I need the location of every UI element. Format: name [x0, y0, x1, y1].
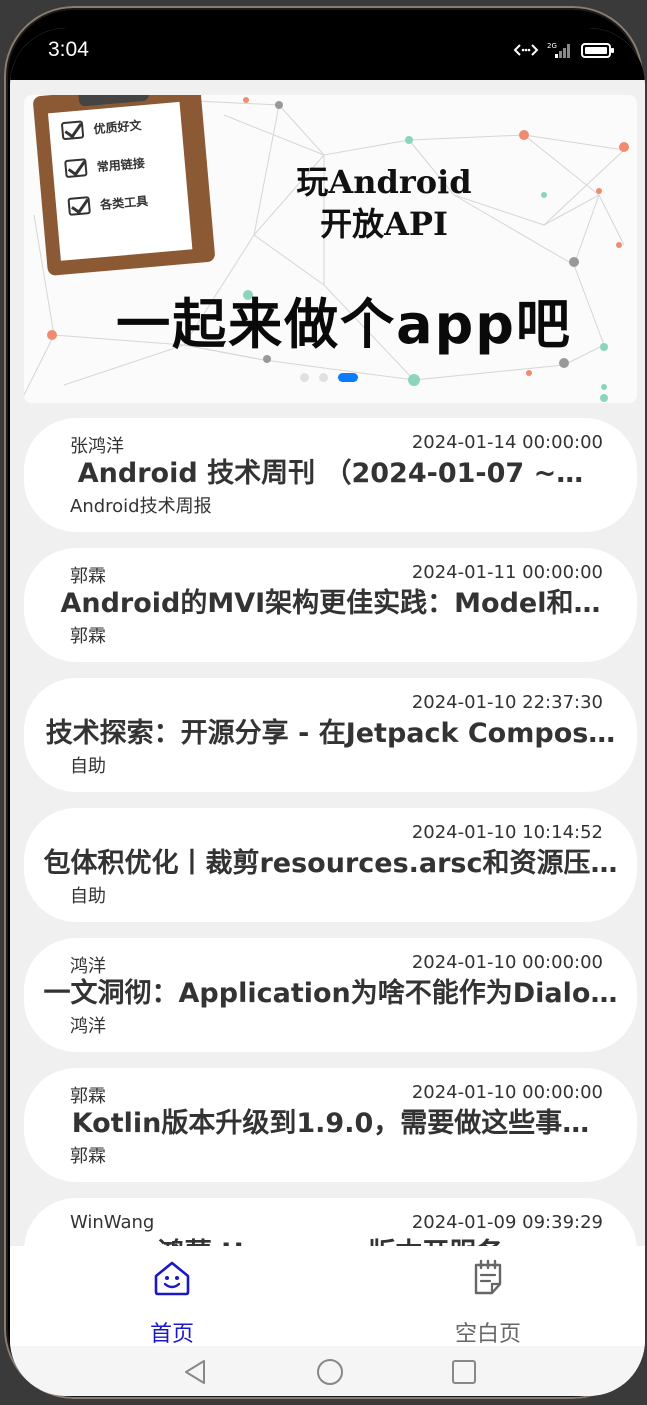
banner-title-line2: 开放API — [320, 205, 448, 243]
article-title: 技术探索：开源分享 - 在Jetpack Compos… — [45, 718, 616, 749]
clipboard-illustration: 优质好文 常用链接 各类工具 — [32, 95, 216, 276]
tab-blank[interactable]: 空白页 — [388, 1246, 588, 1348]
home-nav-icon[interactable] — [315, 1357, 345, 1387]
tab-blank-label: 空白页 — [454, 1322, 521, 1347]
back-nav-icon[interactable] — [182, 1358, 208, 1386]
banner-title: 玩Android 开放API — [274, 161, 494, 245]
article-chapter: 郭霖 — [70, 626, 106, 647]
article-date: 2024-01-10 22:37:30 — [411, 692, 603, 713]
article-chapter: 自助 — [70, 886, 106, 907]
article-card[interactable]: 鸿洋 2024-01-10 00:00:00 一文洞彻：Application为… — [24, 938, 637, 1052]
article-card[interactable]: 2024-01-10 10:14:52 包体积优化丨裁剪resources.ar… — [24, 808, 637, 922]
article-card[interactable]: 郭霖 2024-01-11 00:00:00 Android的MVI架构更佳实践… — [24, 548, 637, 662]
article-date: 2024-01-14 00:00:00 — [411, 432, 603, 453]
article-date: 2024-01-10 00:00:00 — [411, 952, 603, 973]
carousel-indicator[interactable] — [300, 373, 358, 382]
article-card[interactable]: 张鸿洋 2024-01-14 00:00:00 Android 技术周刊 （20… — [24, 418, 637, 532]
article-chapter: Android技术周报 — [70, 496, 212, 517]
phone-frame: 3:04 2G 优质好文 常用链接 各类工具 玩Android 开放API 一起… — [4, 6, 645, 1399]
battery-icon — [581, 42, 614, 58]
status-bar: 3:04 2G — [10, 28, 645, 80]
article-author: 鸿洋 — [70, 956, 106, 977]
checklist-label: 常用链接 — [96, 155, 146, 174]
article-author: 郭霖 — [70, 566, 106, 587]
home-icon — [154, 1261, 190, 1296]
article-card[interactable]: 郭霖 2024-01-10 00:00:00 Kotlin版本升级到1.9.0，… — [24, 1068, 637, 1182]
bottom-tab-bar: 首页 空白页 — [10, 1246, 645, 1348]
article-title: 一文洞彻：Application为啥不能作为Dialo… — [43, 978, 618, 1009]
carousel-dot-active[interactable] — [338, 373, 358, 382]
article-card[interactable]: 2024-01-10 22:37:30 技术探索：开源分享 - 在Jetpack… — [24, 678, 637, 792]
network-type: 2G — [547, 42, 557, 50]
banner-title-line1: 玩Android — [296, 163, 472, 201]
banner-slogan: 一起来做个app吧 — [116, 293, 572, 356]
article-title: Android 技术周刊 （2024-01-07 ~… — [77, 458, 584, 489]
article-author: 张鸿洋 — [70, 436, 124, 457]
article-title: Kotlin版本升级到1.9.0，需要做这些事… — [71, 1108, 590, 1139]
carousel-dot[interactable] — [319, 373, 328, 382]
article-author: 郭霖 — [70, 1086, 106, 1107]
checkbox-icon — [64, 158, 88, 179]
tab-home[interactable]: 首页 — [72, 1246, 272, 1348]
app-screen: 3:04 2G 优质好文 常用链接 各类工具 玩Android 开放API 一起… — [10, 28, 645, 1396]
notes-icon — [474, 1259, 502, 1295]
checklist-label: 优质好文 — [92, 117, 142, 136]
article-date: 2024-01-10 00:00:00 — [411, 1082, 603, 1103]
nearby-share-icon — [513, 44, 539, 56]
status-icons: 2G — [513, 41, 614, 59]
tab-home-label: 首页 — [149, 1322, 194, 1347]
checkbox-icon — [60, 120, 85, 141]
article-date: 2024-01-11 00:00:00 — [411, 562, 603, 583]
status-time: 3:04 — [48, 38, 89, 61]
recents-nav-icon[interactable] — [450, 1358, 478, 1386]
carousel-dot[interactable] — [300, 373, 309, 382]
article-chapter: 郭霖 — [70, 1146, 106, 1167]
checklist-label: 各类工具 — [99, 193, 149, 212]
article-title: Android的MVI架构更佳实践：Model和… — [60, 588, 601, 619]
article-title: 包体积优化丨裁剪resources.arsc和资源压… — [43, 848, 618, 879]
article-list[interactable]: 张鸿洋 2024-01-14 00:00:00 Android 技术周刊 （20… — [24, 418, 637, 1328]
checkbox-icon — [67, 196, 91, 216]
article-chapter: 自助 — [70, 756, 106, 777]
article-chapter: 鸿洋 — [70, 1016, 106, 1037]
banner-carousel[interactable]: 优质好文 常用链接 各类工具 玩Android 开放API 一起来做个app吧 — [24, 95, 637, 403]
article-date: 2024-01-10 10:14:52 — [411, 822, 603, 843]
article-date: 2024-01-09 09:39:29 — [411, 1212, 603, 1233]
system-navigation-bar — [10, 1346, 645, 1396]
clipboard-paper: 优质好文 常用链接 各类工具 — [47, 101, 193, 261]
article-author: WinWang — [70, 1212, 155, 1233]
signal-icon: 2G — [547, 42, 570, 58]
